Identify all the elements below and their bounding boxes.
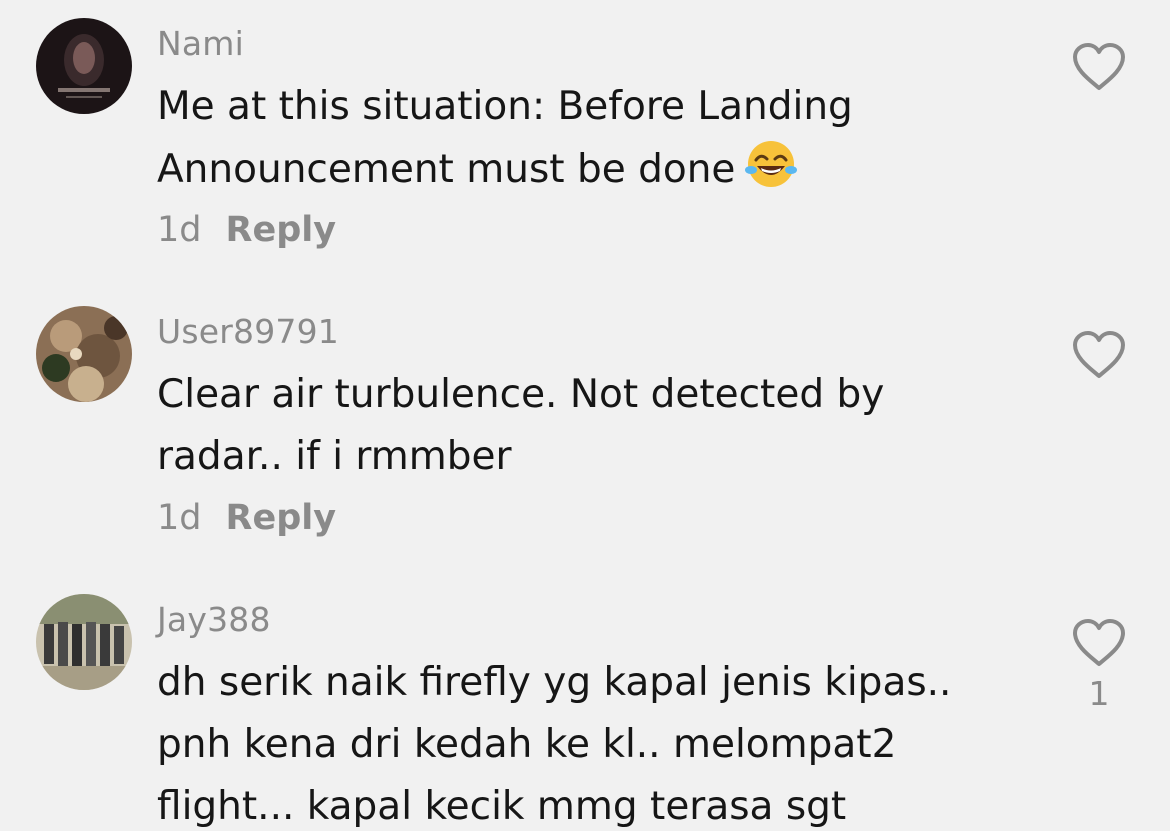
comment-text: Clear air turbulence. Not detected by ra… [157, 364, 1017, 488]
comment-username[interactable]: User89791 [157, 312, 339, 351]
avatar-image [36, 594, 132, 690]
comment-timestamp: 1d [157, 210, 202, 250]
comment-timestamp: 1d [157, 498, 202, 538]
like-button[interactable] [1070, 330, 1128, 386]
reply-button[interactable]: Reply [226, 498, 337, 538]
avatar[interactable] [36, 306, 132, 402]
avatar-image [36, 306, 132, 402]
avatar[interactable] [36, 18, 132, 114]
heart-outline-icon [1073, 619, 1125, 666]
laughing-tears-emoji [745, 138, 798, 209]
heart-outline-icon [1073, 43, 1125, 90]
comment-text-line: pnh kena dri kedah ke kl.. melompat2 [157, 722, 897, 767]
comments-page: Nami Me at this situation: Before Landin… [0, 0, 1170, 831]
comment-username[interactable]: Nami [157, 24, 244, 63]
like-button[interactable] [1070, 42, 1128, 98]
comment-text-line: Clear air turbulence. Not detected by [157, 372, 885, 417]
comment-username[interactable]: Jay388 [157, 600, 271, 639]
avatar-image [36, 18, 132, 114]
like-count: 1 [1088, 674, 1110, 713]
comment-text-fragment: Announcement must be done [157, 147, 736, 192]
like-button[interactable]: 1 [1070, 618, 1128, 713]
comment-meta: 1d Reply [157, 210, 336, 250]
comment-meta: 1d Reply [157, 498, 336, 538]
avatar[interactable] [36, 594, 132, 690]
comment-text-line: flight... kapal kecik mmg terasa sgt [157, 784, 847, 829]
comment-text: dh serik naik firefly yg kapal jenis kip… [157, 652, 1017, 831]
comment-text-line: Me at this situation: Before Landing [157, 84, 853, 129]
comment-text-line: radar.. if i rmmber [157, 434, 512, 479]
heart-outline-icon [1073, 331, 1125, 378]
comment-text-line: Announcement must be done [157, 138, 1017, 209]
comment-text-line: dh serik naik firefly yg kapal jenis kip… [157, 660, 952, 705]
comment-text: Me at this situation: Before Landing Ann… [157, 76, 1017, 209]
reply-button[interactable]: Reply [226, 210, 337, 250]
